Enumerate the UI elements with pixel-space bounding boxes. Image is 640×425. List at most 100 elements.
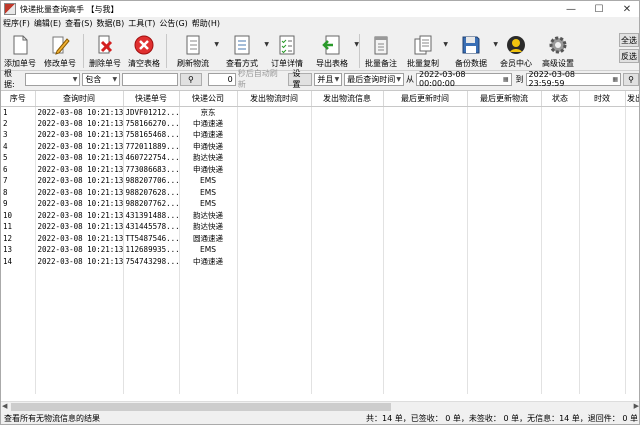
end-datetime-picker[interactable]: 2022-03-08 23:59:59 ▦ [525,70,622,88]
table-row[interactable] [1,324,639,336]
table-row[interactable]: 4 2022-03-08 10:21:13 772011889... 申通快递 [1,140,639,152]
refresh-settings-button[interactable]: 设置 [288,69,313,89]
table-cell [541,175,580,187]
batch-remark-button[interactable]: 批量备注 [362,31,400,71]
batch-copy-button[interactable]: 批量复制 ▼ [400,31,448,71]
column-header[interactable]: 发出物流信息 [311,91,384,107]
advanced-settings-button[interactable]: 高级设置 [536,31,580,71]
table-row[interactable]: 5 2022-03-08 10:21:13 460722754... 韵达快递 [1,152,639,164]
table-row[interactable]: 14 2022-03-08 10:21:13 754743298... 中通速递 [1,255,639,267]
search-button[interactable]: ⚲ [179,72,202,86]
table-row[interactable]: 9 2022-03-08 10:21:13 988207762... EMS [1,198,639,210]
table-cell [311,209,384,221]
select-all-button[interactable]: 全选 [619,33,639,47]
table-cell: 12 [1,232,36,244]
table-row[interactable] [1,313,639,325]
table-row[interactable] [1,370,639,382]
table-cell [1,336,36,348]
order-detail-button[interactable]: 订单详情 [267,31,307,71]
table-cell: 中通速递 [179,255,238,267]
scrollbar-thumb[interactable] [11,403,391,411]
menu-notice[interactable]: 公告(G) [157,18,189,29]
refresh-logistics-button[interactable]: 刷新物流 ▼ [169,31,219,71]
table-row[interactable] [1,290,639,302]
table-cell [237,140,312,152]
table-row[interactable]: 2 2022-03-08 10:21:13 758166270... 中通速递 [1,117,639,129]
filter-field-select[interactable]: ▼ [24,72,81,86]
delete-document-icon [98,35,113,54]
column-header[interactable]: 最后更新物流 [467,91,542,107]
table-row[interactable]: 11 2022-03-08 10:21:13 431445578... 韵达快递 [1,221,639,233]
table-row[interactable] [1,267,639,279]
refresh-interval-input[interactable]: 0 [207,72,236,86]
table-cell [383,106,468,118]
table-row[interactable]: 12 2022-03-08 10:21:13 TT5487546... 圆通速递 [1,232,639,244]
table-cell [579,106,626,118]
results-table[interactable]: 序号 查询时间 快递单号 快递公司 发出物流时间 发出物流信息 最后更新时间 最… [1,90,639,401]
table-row[interactable] [1,278,639,290]
column-header[interactable]: 快递公司 [179,91,238,107]
column-header[interactable]: 时效 [579,91,626,107]
view-mode-button[interactable]: 查看方式 ▼ [217,31,269,71]
table-row[interactable]: 1 2022-03-08 10:21:13 JDVF01212... 京东 [1,106,639,118]
table-cell: 韵达快递 [179,152,238,164]
table-row[interactable] [1,336,639,348]
menu-tools[interactable]: 工具(T) [126,18,157,29]
column-header[interactable]: 状态 [541,91,580,107]
table-row[interactable] [1,347,639,359]
table-row[interactable]: 13 2022-03-08 10:21:13 112689935... EMS [1,244,639,256]
logic-select[interactable]: 并且 ▼ [314,72,343,86]
table-row[interactable] [1,359,639,371]
table-cell: 2 [1,117,36,129]
date-search-button[interactable]: ⚲ [623,72,639,86]
table-row[interactable] [1,382,639,394]
member-center-button[interactable]: 会员中心 [496,31,536,71]
table-cell [579,232,626,244]
delete-number-button[interactable]: 删除单号 [86,31,124,71]
scroll-left-icon[interactable]: ◀ [2,402,7,410]
start-datetime-picker[interactable]: 2022-03-08 00:00:00 ▦ [416,70,512,88]
match-mode-select[interactable]: 包含 ▼ [82,72,121,86]
backup-data-button[interactable]: 备份数据 ▼ [446,31,498,71]
minimize-icon[interactable]: — [557,1,585,17]
export-table-button[interactable]: 导出表格 ▼ [307,31,359,71]
close-icon[interactable]: ✕ [613,1,639,17]
keyword-input[interactable] [122,72,178,86]
chevron-down-icon: ▼ [72,75,78,83]
menu-program[interactable]: 程序(F) [1,18,32,29]
table-row[interactable]: 10 2022-03-08 10:21:13 431391488... 韵达快递 [1,209,639,221]
menu-help[interactable]: 帮助(H) [190,18,222,29]
table-cell [541,221,580,233]
scroll-right-icon[interactable]: ▶ [634,402,639,410]
table-row[interactable]: 6 2022-03-08 10:21:13 773086683... 申通快递 [1,163,639,175]
clear-table-button[interactable]: 清空表格 [124,31,164,71]
column-header[interactable]: 快递单号 [123,91,180,107]
table-cell [541,117,580,129]
table-row[interactable] [1,301,639,313]
menu-data[interactable]: 数据(B) [94,18,126,29]
time-field-select[interactable]: 最后查询时间 ▼ [344,72,404,86]
column-header[interactable]: 发出日期 [625,91,639,107]
dropdown-arrow-icon[interactable]: ▼ [354,41,359,48]
maximize-icon[interactable]: ☐ [585,1,613,17]
menu-edit[interactable]: 编辑(E) [32,18,63,29]
column-header[interactable]: 查询时间 [35,91,124,107]
table-row[interactable]: 7 2022-03-08 10:21:13 988207706... EMS [1,175,639,187]
column-header[interactable]: 最后更新时间 [383,91,468,107]
edit-number-button[interactable]: 修改单号 [39,31,81,71]
column-header[interactable]: 序号 [1,91,36,107]
invert-selection-button[interactable]: 反选 [619,49,639,63]
table-cell [383,140,468,152]
table-cell [625,324,639,336]
column-header[interactable]: 发出物流时间 [237,91,312,107]
horizontal-scrollbar[interactable]: ◀ ▶ [1,401,639,411]
table-cell [625,336,639,348]
table-row[interactable]: 8 2022-03-08 10:21:13 988207628... EMS [1,186,639,198]
window-title: 快递批量查询高手 【与我】 [20,4,119,14]
menu-view[interactable]: 查看(S) [63,18,94,29]
table-cell: 988207628... [123,186,180,198]
table-row[interactable]: 3 2022-03-08 10:21:13 758165468... 中通速递 [1,129,639,141]
table-header-row: 序号 查询时间 快递单号 快递公司 发出物流时间 发出物流信息 最后更新时间 最… [1,91,639,107]
table-cell [467,313,542,325]
add-number-button[interactable]: 添加单号 [1,31,39,71]
